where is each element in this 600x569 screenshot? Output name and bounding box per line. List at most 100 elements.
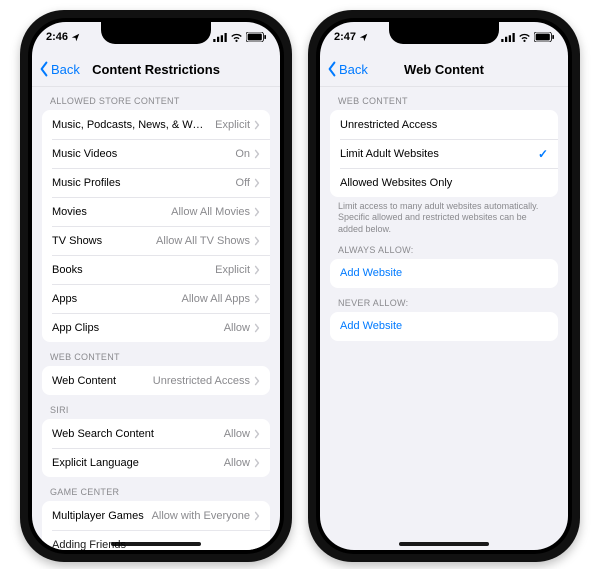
add-website-never[interactable]: Add Website	[330, 312, 558, 341]
location-icon	[71, 33, 80, 42]
row-value: Off	[236, 177, 250, 189]
row-value: Allow All Movies	[171, 206, 250, 218]
add-website-label: Add Website	[340, 320, 548, 332]
checkmark-icon: ✓	[538, 147, 548, 161]
row-label: Music, Podcasts, News, & Workouts	[52, 119, 209, 131]
battery-icon	[246, 32, 266, 42]
row-label: Books	[52, 264, 209, 276]
wifi-icon	[518, 33, 531, 42]
row-movies[interactable]: Movies Allow All Movies	[42, 197, 270, 226]
settings-group: Music, Podcasts, News, & Workouts Explici…	[42, 110, 270, 342]
section-header: WEB CONTENT	[42, 342, 270, 366]
row-label: Explicit Language	[52, 457, 218, 469]
row-music-videos[interactable]: Music Videos On	[42, 139, 270, 168]
row-apps[interactable]: Apps Allow All Apps	[42, 284, 270, 313]
option-allowed-only[interactable]: Allowed Websites Only	[330, 168, 558, 197]
phone-web-content: 2:47 Back Web Content WEB CONTENT Un	[308, 10, 580, 562]
row-value: Allow All TV Shows	[156, 235, 250, 247]
section-header-never-allow: NEVER ALLOW:	[330, 288, 558, 312]
chevron-right-icon	[254, 149, 260, 159]
row-value: Allow	[224, 457, 250, 469]
never-allow-group: Add Website	[330, 312, 558, 341]
row-label: App Clips	[52, 322, 218, 334]
option-label: Unrestricted Access	[340, 119, 548, 131]
row-label: Apps	[52, 293, 176, 305]
back-button[interactable]: Back	[326, 61, 368, 77]
battery-icon	[534, 32, 554, 42]
row-books[interactable]: Books Explicit	[42, 255, 270, 284]
row-label: TV Shows	[52, 235, 150, 247]
options-group: Unrestricted Access Limit Adult Websites ✓…	[330, 110, 558, 197]
settings-group: Web Content Unrestricted Access	[42, 366, 270, 395]
chevron-right-icon	[254, 429, 260, 439]
section-header-always-allow: ALWAYS ALLOW:	[330, 235, 558, 259]
row-web-content[interactable]: Web Content Unrestricted Access	[42, 366, 270, 395]
notch	[101, 22, 211, 44]
section-header: GAME CENTER	[42, 477, 270, 501]
back-button[interactable]: Back	[38, 61, 80, 77]
option-label: Allowed Websites Only	[340, 177, 548, 189]
signal-icon	[501, 33, 515, 42]
chevron-right-icon	[254, 120, 260, 130]
chevron-right-icon	[254, 178, 260, 188]
back-label: Back	[339, 62, 368, 77]
row-web-search[interactable]: Web Search Content Allow	[42, 419, 270, 448]
row-value: Explicit	[215, 264, 250, 276]
row-label: Web Search Content	[52, 428, 218, 440]
screen-content: ALLOWED STORE CONTENTMusic, Podcasts, Ne…	[32, 86, 280, 550]
add-website-always[interactable]: Add Website	[330, 259, 558, 288]
row-value: Allow	[224, 428, 250, 440]
notch	[389, 22, 499, 44]
chevron-right-icon	[254, 207, 260, 217]
home-indicator	[111, 542, 201, 546]
status-time: 2:46	[46, 31, 68, 43]
section-header-web-content: WEB CONTENT	[330, 86, 558, 110]
row-music-podcasts[interactable]: Music, Podcasts, News, & Workouts Explici…	[42, 110, 270, 139]
settings-group: Web Search ContentAllowExplicit Language…	[42, 419, 270, 477]
chevron-left-icon	[38, 61, 50, 77]
nav-bar: Back Content Restrictions	[32, 52, 280, 87]
chevron-right-icon	[254, 265, 260, 275]
row-value: Allow	[224, 322, 250, 334]
chevron-right-icon	[254, 458, 260, 468]
row-value: On	[235, 148, 250, 160]
chevron-right-icon	[254, 236, 260, 246]
location-icon	[359, 33, 368, 42]
chevron-right-icon	[254, 511, 260, 521]
row-value: Unrestricted Access	[153, 375, 250, 387]
row-label: Multiplayer Games	[52, 510, 146, 522]
signal-icon	[213, 33, 227, 42]
section-header: ALLOWED STORE CONTENT	[42, 86, 270, 110]
phone-content-restrictions: 2:46 Back Content Restrictions ALLOWED S…	[20, 10, 292, 562]
row-value: Allow with Everyone	[152, 510, 250, 522]
row-value: Explicit	[215, 119, 250, 131]
status-time: 2:47	[334, 31, 356, 43]
chevron-right-icon	[254, 294, 260, 304]
chevron-right-icon	[254, 376, 260, 386]
screen-content: WEB CONTENT Unrestricted Access Limit Adu…	[320, 86, 568, 550]
row-label: Movies	[52, 206, 165, 218]
footer-note: Limit access to many adult websites auto…	[330, 197, 558, 235]
row-app-clips[interactable]: App Clips Allow	[42, 313, 270, 342]
always-allow-group: Add Website	[330, 259, 558, 288]
row-multiplayer[interactable]: Multiplayer Games Allow with Everyone	[42, 501, 270, 530]
row-explicit-language[interactable]: Explicit Language Allow	[42, 448, 270, 477]
option-unrestricted[interactable]: Unrestricted Access	[330, 110, 558, 139]
row-label: Web Content	[52, 375, 147, 387]
home-indicator	[399, 542, 489, 546]
nav-bar: Back Web Content	[320, 52, 568, 87]
row-label: Music Videos	[52, 148, 229, 160]
chevron-left-icon	[326, 61, 338, 77]
row-music-profiles[interactable]: Music Profiles Off	[42, 168, 270, 197]
row-value: Allow All Apps	[182, 293, 250, 305]
row-tv-shows[interactable]: TV Shows Allow All TV Shows	[42, 226, 270, 255]
row-adding-friends[interactable]: Adding Friends	[42, 530, 270, 550]
section-header: SIRI	[42, 395, 270, 419]
option-limit-adult[interactable]: Limit Adult Websites ✓	[330, 139, 558, 168]
option-label: Limit Adult Websites	[340, 148, 532, 160]
chevron-right-icon	[254, 323, 260, 333]
add-website-label: Add Website	[340, 267, 548, 279]
row-label: Music Profiles	[52, 177, 230, 189]
back-label: Back	[51, 62, 80, 77]
wifi-icon	[230, 33, 243, 42]
